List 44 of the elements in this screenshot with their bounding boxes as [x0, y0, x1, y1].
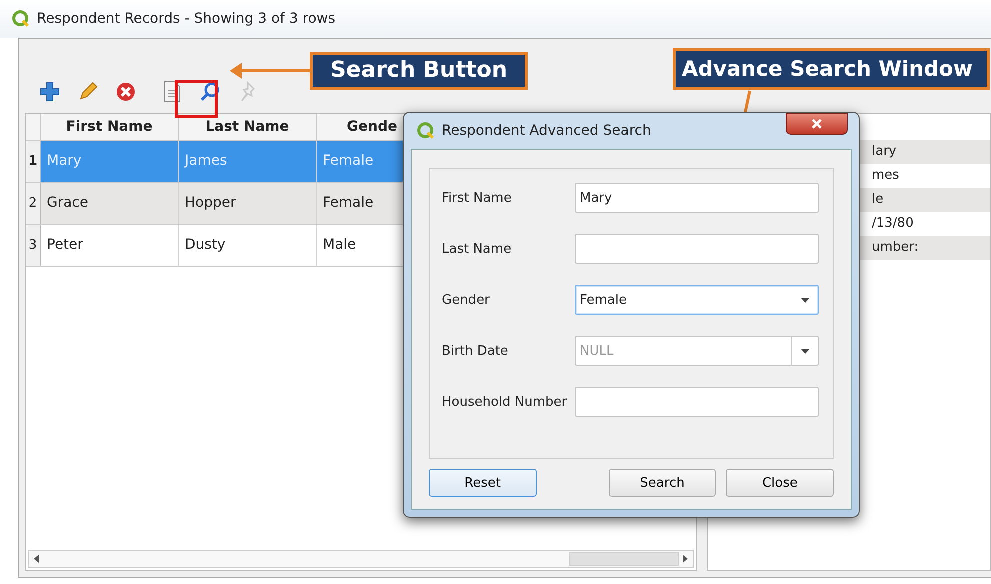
table-cell: James	[179, 141, 317, 182]
close-icon[interactable]	[786, 113, 848, 135]
row-number[interactable]: 1	[26, 141, 41, 182]
app-logo-icon	[12, 10, 30, 28]
detail-text: lary	[872, 144, 897, 159]
search-icon[interactable]	[199, 81, 221, 103]
scroll-right-icon[interactable]	[680, 554, 690, 564]
dialog-logo-icon	[417, 122, 435, 140]
callout-label: Search Button	[310, 52, 528, 90]
column-header[interactable]: First Name	[41, 114, 179, 140]
field-label: Last Name	[442, 242, 513, 256]
close-button[interactable]: Close	[726, 469, 834, 497]
callout-label: Advance Search Window	[673, 48, 990, 90]
text-field[interactable]: Mary	[575, 183, 819, 213]
table-cell: Grace	[41, 183, 179, 224]
dropdown-field[interactable]: Female	[575, 285, 819, 315]
field-label: Birth Date	[442, 344, 510, 358]
horizontal-scrollbar[interactable]	[28, 550, 694, 568]
table-cell: Hopper	[179, 183, 317, 224]
detail-text: umber:	[872, 240, 919, 255]
search-button[interactable]: Search	[608, 469, 716, 497]
row-number[interactable]: 2	[26, 183, 41, 224]
detail-text: /13/80	[872, 216, 914, 231]
table-cell: Dusty	[179, 225, 317, 266]
detail-text: le	[872, 192, 884, 207]
pencil-icon[interactable]	[77, 81, 99, 103]
scroll-left-icon[interactable]	[32, 554, 42, 564]
dialog-title: Respondent Advanced Search	[442, 123, 652, 139]
field-label: First Name	[442, 190, 513, 206]
window-title: Respondent Records - Showing 3 of 3 rows	[37, 11, 336, 27]
caret-icon	[800, 348, 810, 354]
field-label: Gender	[442, 292, 491, 308]
column-header[interactable]: Last Name	[179, 114, 317, 140]
detail-text: mes	[872, 168, 900, 183]
text-field[interactable]	[575, 387, 819, 417]
caret-icon	[800, 298, 810, 302]
text-field[interactable]	[575, 234, 819, 264]
delete-icon[interactable]	[115, 81, 137, 103]
table-cell: Peter	[41, 225, 179, 266]
reset-button[interactable]: Reset	[429, 469, 537, 497]
plus-icon[interactable]	[39, 81, 61, 103]
table-cell: Mary	[41, 141, 179, 182]
row-number[interactable]: 3	[26, 225, 41, 266]
field-label: Household Number	[442, 394, 568, 410]
